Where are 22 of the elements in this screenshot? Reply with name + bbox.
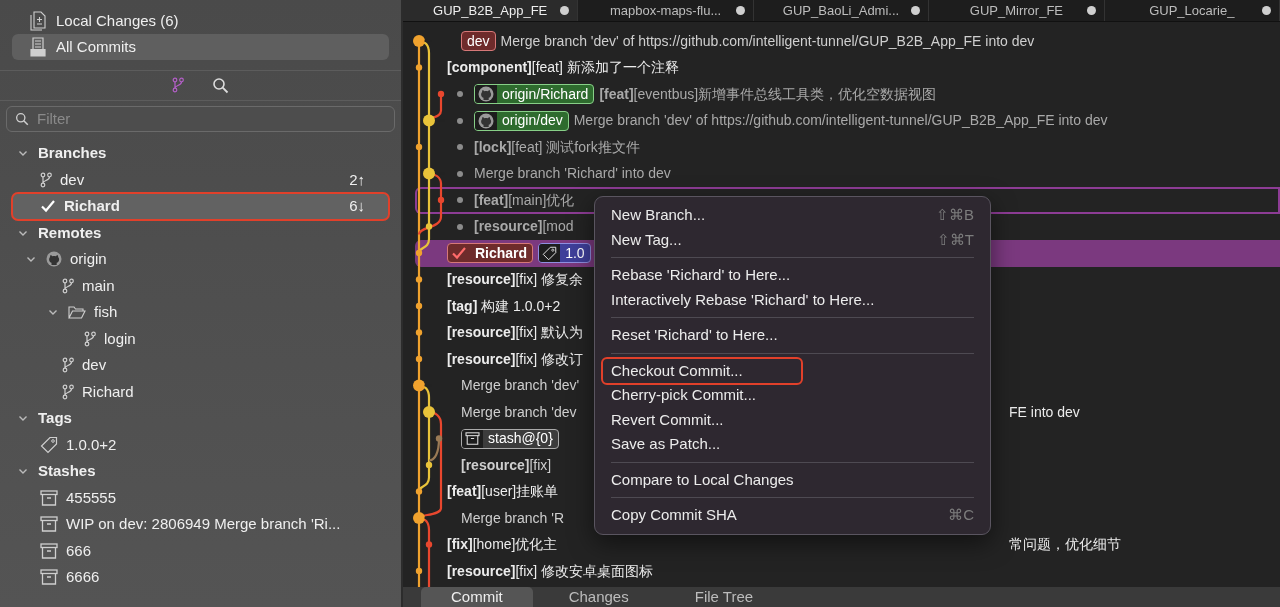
commit-message: Merge branch 'dev <box>461 402 577 422</box>
commit-message: Merge branch 'dev' of https://github.com/intelligent-tunnel/GUP_B2B_App_FE into dev <box>500 31 1035 51</box>
commit-message: Merge branch 'dev' of https://github.com/intelligent-tunnel/GUP_B2B_App_FE into dev <box>573 111 1108 131</box>
commit-message: [resource][fix] 修复余 <box>447 270 584 290</box>
commit-message: [resource][fix] 修改安卓桌面图标 <box>447 561 654 581</box>
commit-message: [lock][feat] 测试fork推文件 <box>474 137 640 157</box>
commit-message: [feat][user]挂账单 <box>447 482 559 502</box>
commit-message: [resource][fix] 修改订 <box>447 349 584 369</box>
commit-message: Merge branch 'R <box>461 508 565 528</box>
commit-message: [feat][eventbus]新增事件总线工具类，优化空数据视图 <box>599 84 937 104</box>
commit-message: [feat][main]优化 <box>474 190 575 210</box>
commit-message: [resource][mod <box>474 217 574 237</box>
ref-label: stash@{0} <box>487 429 554 448</box>
commit-message: [resource][fix] 默认为 <box>447 323 584 343</box>
commit-message: [tag] 构建 1.0.0+2 <box>447 296 561 316</box>
commit-message: [component][feat] 新添加了一个注释 <box>447 58 679 78</box>
commit-message: Merge branch 'Richard' into dev <box>474 164 671 184</box>
commit-message: [fix][home]优化主 <box>447 535 558 555</box>
commit-message: Merge branch 'dev' <box>461 376 580 396</box>
commit-message: FE into dev <box>1008 402 1081 422</box>
commit-message: [resource][fix] <box>461 455 552 475</box>
commit-message: 常问题，优化细节 <box>1008 535 1122 555</box>
